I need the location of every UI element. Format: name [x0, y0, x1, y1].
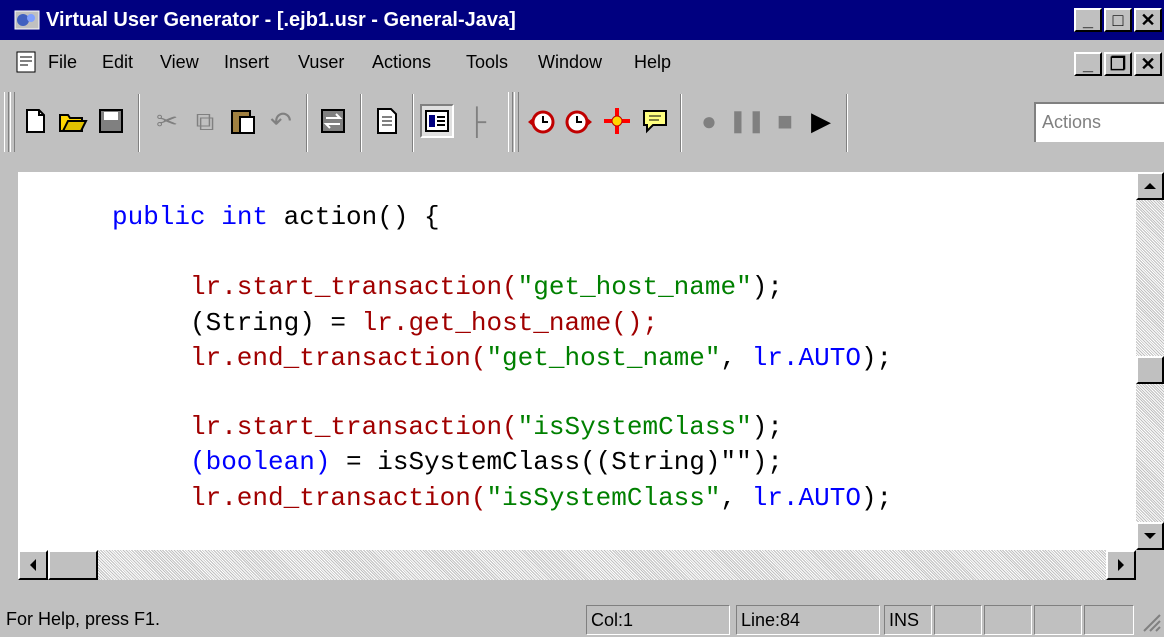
tree-icon[interactable]: ├	[460, 104, 494, 138]
record-icon[interactable]: ●	[692, 104, 726, 138]
vugen-app-icon[interactable]	[14, 9, 40, 31]
script-view-icon[interactable]	[370, 104, 404, 138]
new-icon	[26, 109, 45, 133]
document-icon[interactable]	[14, 50, 40, 74]
code-line: public int action() {	[112, 202, 440, 232]
code-line: (String) = lr.get_host_name();	[190, 308, 659, 338]
save-icon	[99, 109, 123, 133]
scroll-right-button[interactable]	[1106, 550, 1136, 580]
tree-view-icon	[425, 110, 449, 132]
menu-edit[interactable]: Edit	[102, 50, 133, 74]
menu-tools[interactable]: Tools	[466, 50, 508, 74]
editor-frame: public int action() { lr.start_transacti…	[0, 166, 1164, 593]
up-arrow-icon	[1144, 183, 1156, 189]
toolbar: ✂ ⧉ ↶ ├ ● ❚❚ ■ ▶ Actions	[0, 84, 1164, 166]
code-line: lr.end_transaction("get_host_name", lr.A…	[190, 343, 893, 373]
code-line: lr.start_transaction("get_host_name");	[190, 272, 783, 302]
toolbar-grip[interactable]	[10, 92, 15, 152]
start-transaction-icon	[528, 110, 555, 134]
code-line: lr.end_transaction("isSystemClass", lr.A…	[190, 483, 893, 513]
paste-icon	[231, 110, 255, 134]
end-transaction-icon[interactable]	[562, 104, 596, 138]
menu-actions[interactable]: Actions	[372, 50, 431, 74]
menu-insert[interactable]: Insert	[224, 50, 269, 74]
new-icon[interactable]	[18, 104, 52, 138]
script-view-icon	[377, 108, 397, 134]
doc-close-button[interactable]: ✕	[1134, 52, 1162, 76]
vertical-scrollbar[interactable]	[1136, 172, 1164, 550]
horizontal-scrollbar[interactable]	[18, 550, 1136, 580]
open-icon[interactable]	[56, 104, 90, 138]
close-button[interactable]: ✕	[1134, 8, 1162, 32]
menu-view[interactable]: View	[160, 50, 199, 74]
vertical-scroll-thumb[interactable]	[1136, 356, 1164, 384]
status-pane	[984, 605, 1032, 635]
doc-restore-button[interactable]: ❐	[1104, 52, 1132, 76]
status-insert-mode: INS	[884, 605, 932, 635]
cut-icon[interactable]: ✂	[150, 104, 184, 138]
open-icon	[59, 114, 88, 132]
menu-bar: File Edit View Insert Vuser Actions Tool…	[0, 40, 1164, 84]
status-pane	[934, 605, 982, 635]
script-editor[interactable]: public int action() { lr.start_transacti…	[18, 172, 1136, 550]
left-arrow-icon	[30, 559, 36, 571]
save-icon[interactable]	[94, 104, 128, 138]
comment-icon	[643, 110, 667, 134]
pause-icon[interactable]: ❚❚	[729, 104, 766, 138]
resize-grip-icon[interactable]	[1140, 611, 1162, 635]
window-title: Virtual User Generator - [.ejb1.usr - Ge…	[46, 9, 516, 31]
paste-icon[interactable]	[226, 104, 260, 138]
comment-icon[interactable]	[638, 104, 672, 138]
status-line: Line:84	[736, 605, 880, 635]
undo-icon[interactable]: ↶	[264, 104, 298, 138]
doc-minimize-button[interactable]: _	[1074, 52, 1102, 76]
scroll-up-button[interactable]	[1136, 172, 1164, 200]
status-pane	[1034, 605, 1082, 635]
stop-icon[interactable]: ■	[768, 104, 802, 138]
menu-file[interactable]: File	[48, 50, 77, 74]
compile-icon	[321, 109, 345, 133]
code-line: lr.start_transaction("isSystemClass");	[190, 412, 783, 442]
scroll-down-button[interactable]	[1136, 522, 1164, 550]
title-bar: Virtual User Generator - [.ejb1.usr - Ge…	[0, 0, 1164, 40]
scroll-left-button[interactable]	[18, 550, 48, 580]
toolbar-grip[interactable]	[4, 92, 9, 152]
tree-view-icon[interactable]	[420, 104, 454, 138]
copy-icon[interactable]: ⧉	[188, 104, 222, 138]
rendezvous-icon	[604, 108, 630, 134]
menu-help[interactable]: Help	[634, 50, 671, 74]
minimize-button[interactable]: _	[1074, 8, 1102, 32]
rendezvous-icon[interactable]	[600, 104, 634, 138]
menu-window[interactable]: Window	[538, 50, 602, 74]
status-help-text: For Help, press F1.	[6, 609, 161, 629]
run-icon[interactable]: ▶	[804, 104, 838, 138]
toolbar-grip[interactable]	[514, 92, 519, 152]
maximize-button[interactable]: □	[1104, 8, 1132, 32]
menu-vuser[interactable]: Vuser	[298, 50, 344, 74]
code-area: public int action() { lr.start_transacti…	[18, 172, 892, 513]
horizontal-scroll-thumb[interactable]	[48, 550, 98, 580]
right-arrow-icon	[1118, 559, 1124, 571]
code-line: (boolean) = isSystemClass((String)"");	[190, 447, 783, 477]
status-bar: For Help, press F1. Col:1 Line:84 INS	[0, 601, 1164, 637]
status-pane	[1084, 605, 1134, 635]
start-transaction-icon[interactable]	[524, 104, 558, 138]
end-transaction-icon	[565, 110, 592, 134]
status-column: Col:1	[586, 605, 730, 635]
compile-icon[interactable]	[316, 104, 350, 138]
down-arrow-icon	[1144, 533, 1156, 539]
toolbar-grip[interactable]	[508, 92, 513, 152]
section-combo[interactable]: Actions	[1034, 102, 1164, 142]
